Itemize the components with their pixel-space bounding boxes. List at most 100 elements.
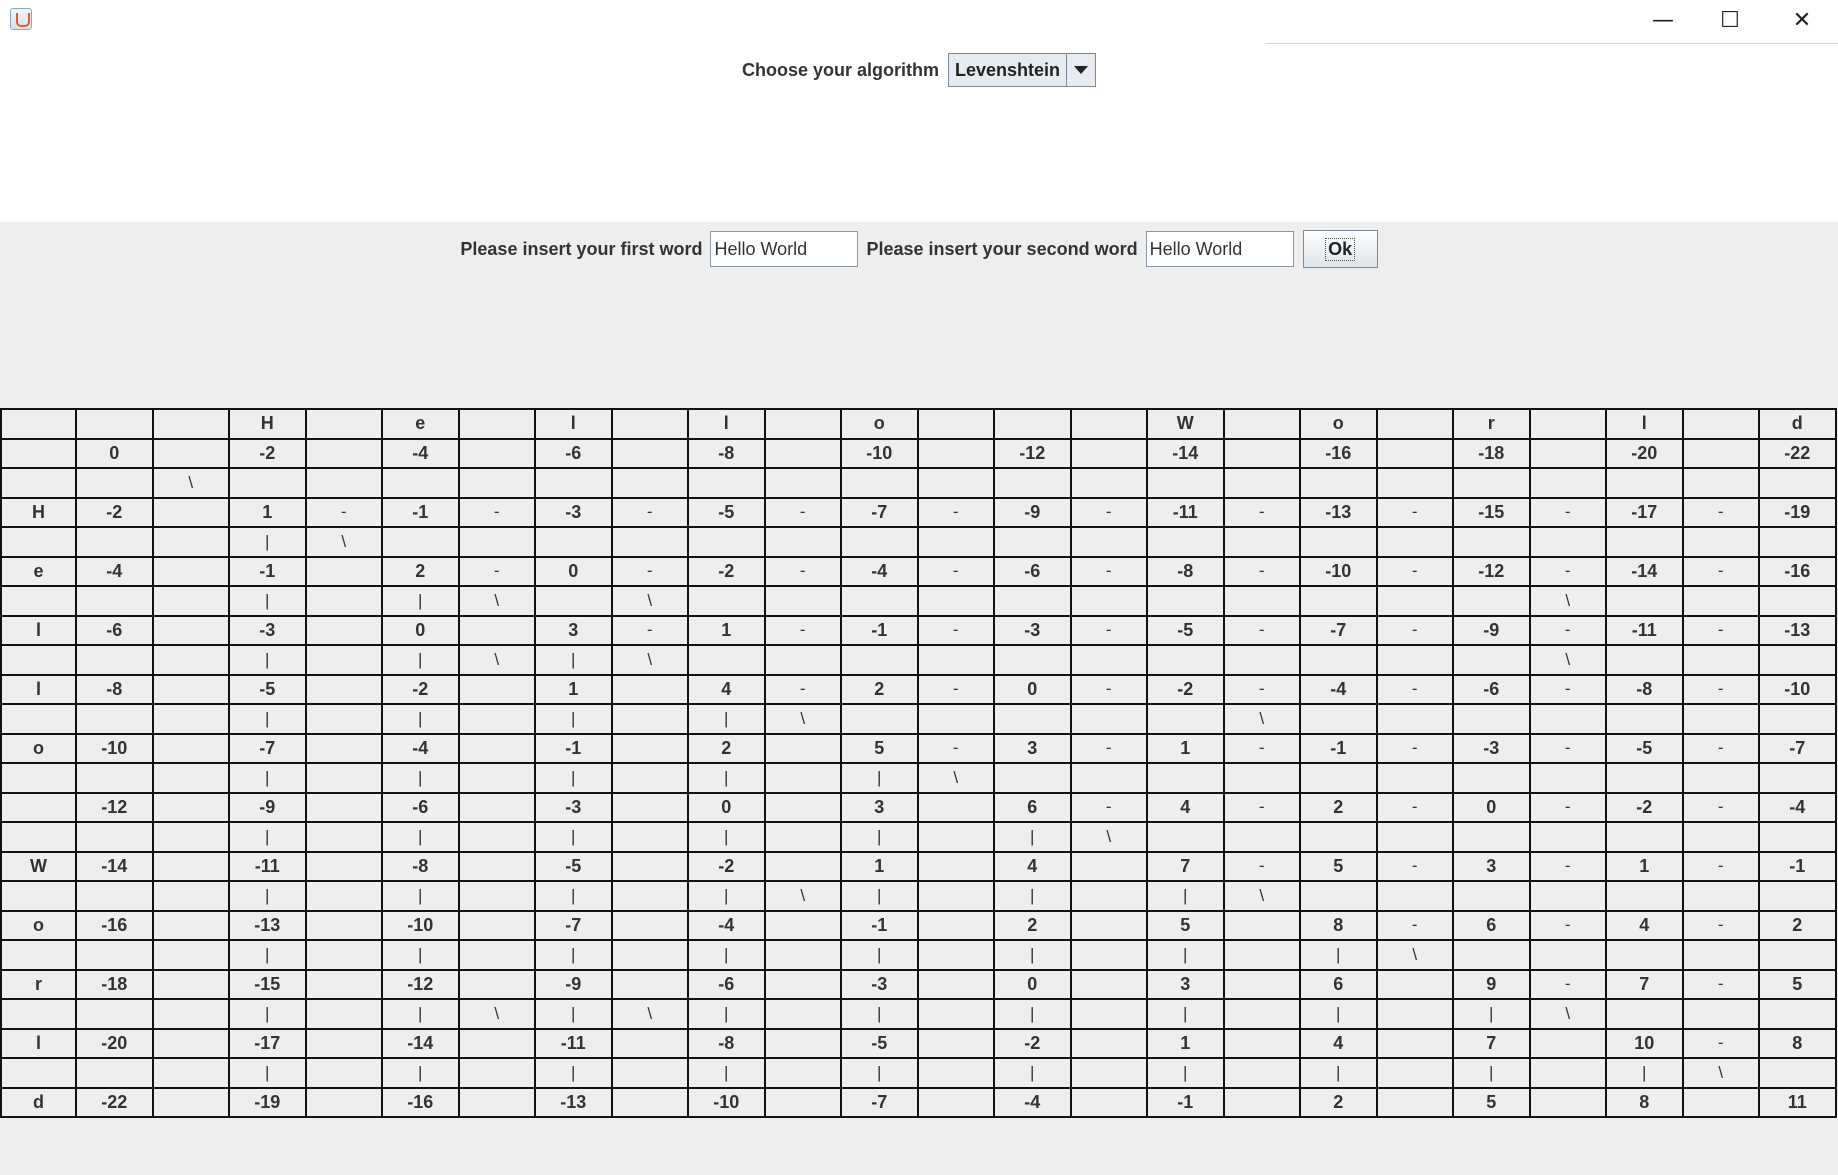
- table-cell: |: [993, 880, 1072, 912]
- table-cell: -7: [840, 1086, 919, 1118]
- table-cell: [1758, 703, 1837, 735]
- table-cell: [1528, 821, 1607, 853]
- table-cell: [1605, 526, 1684, 558]
- table-cell: [151, 1057, 230, 1089]
- table-cell: \: [610, 644, 689, 676]
- table-cell: [304, 850, 383, 882]
- table-cell: [1605, 939, 1684, 971]
- table-cell: -13: [1758, 614, 1837, 646]
- table-cell: 1: [1605, 850, 1684, 882]
- table-cell: d: [0, 1086, 77, 1118]
- table-cell: 0: [1452, 791, 1531, 823]
- table-cell: -: [1528, 850, 1607, 882]
- table-cell: -17: [1605, 496, 1684, 528]
- table-cell: -10: [840, 437, 919, 469]
- table-cell: [763, 467, 842, 499]
- table-cell: -4: [381, 437, 460, 469]
- table-cell: -: [1681, 496, 1760, 528]
- table-cell: -6: [381, 791, 460, 823]
- table-cell: [1069, 880, 1148, 912]
- table-cell: -: [916, 732, 995, 764]
- table-cell: -9: [534, 968, 613, 1000]
- table-cell: [840, 703, 919, 735]
- table-cell: [1069, 968, 1148, 1000]
- table-cell: [1758, 939, 1837, 971]
- table-cell: H: [0, 496, 77, 528]
- table-cell: [151, 968, 230, 1000]
- table-cell: [151, 850, 230, 882]
- table-cell: \: [457, 644, 536, 676]
- table-cell: \: [1528, 998, 1607, 1030]
- table-cell: [75, 467, 154, 499]
- table-row: | | | | | \: [0, 762, 1837, 794]
- table-cell: -10: [687, 1086, 766, 1118]
- table-cell: [304, 880, 383, 912]
- table-cell: [1375, 762, 1454, 794]
- table-cell: e: [0, 555, 77, 587]
- table-cell: [1299, 880, 1378, 912]
- table-cell: -1: [381, 496, 460, 528]
- table-cell: [1222, 467, 1301, 499]
- table-cell: 6: [993, 791, 1072, 823]
- table-cell: -1: [228, 555, 307, 587]
- table-cell: -1: [1758, 850, 1837, 882]
- table-cell: [610, 968, 689, 1000]
- table-cell: 0: [993, 968, 1072, 1000]
- table-cell: 5: [1299, 850, 1378, 882]
- table-cell: [0, 939, 77, 971]
- table-cell: 1: [1146, 732, 1225, 764]
- table-cell: [304, 939, 383, 971]
- table-cell: [1069, 762, 1148, 794]
- first-word-input[interactable]: Hello World: [710, 231, 859, 267]
- table-cell: [1681, 467, 1760, 499]
- table-cell: [1452, 880, 1531, 912]
- table-row: | | | | | | | | | | \: [0, 1057, 1837, 1089]
- table-cell: [1299, 703, 1378, 735]
- table-cell: [457, 939, 536, 971]
- ok-button[interactable]: Ok: [1302, 230, 1378, 268]
- table-cell: -5: [840, 1027, 919, 1059]
- table-cell: [610, 408, 689, 440]
- table-cell: 2: [1299, 791, 1378, 823]
- table-cell: [840, 526, 919, 558]
- table-cell: [1681, 408, 1760, 440]
- table-cell: 1: [534, 673, 613, 705]
- table-cell: [151, 732, 230, 764]
- table-cell: -: [1222, 732, 1301, 764]
- table-cell: |: [381, 1057, 460, 1089]
- table-cell: -3: [840, 968, 919, 1000]
- close-button[interactable]: ✕: [1767, 0, 1837, 40]
- table-cell: |: [687, 880, 766, 912]
- table-cell: [151, 673, 230, 705]
- table-cell: -4: [381, 732, 460, 764]
- table-cell: |: [228, 762, 307, 794]
- table-cell: [1528, 408, 1607, 440]
- algorithm-select[interactable]: Levenshtein: [947, 53, 1097, 87]
- table-cell: [1528, 467, 1607, 499]
- table-cell: [763, 1086, 842, 1118]
- table-cell: -9: [993, 496, 1072, 528]
- table-cell: -: [1069, 732, 1148, 764]
- table-cell: \: [763, 880, 842, 912]
- minimize-button[interactable]: —: [1628, 0, 1698, 40]
- table-cell: [0, 821, 77, 853]
- table-cell: [763, 408, 842, 440]
- table-cell: 8: [1299, 909, 1378, 941]
- dropdown-arrow-icon[interactable]: [1067, 54, 1096, 86]
- table-cell: -11: [1146, 496, 1225, 528]
- table-cell: -2: [687, 850, 766, 882]
- table-cell: -9: [1452, 614, 1531, 646]
- second-word-input[interactable]: Hello World: [1145, 231, 1294, 267]
- table-cell: [1222, 644, 1301, 676]
- table-cell: -: [1528, 555, 1607, 587]
- table-cell: [1528, 939, 1607, 971]
- table-cell: -10: [381, 909, 460, 941]
- table-cell: -17: [228, 1027, 307, 1059]
- table-cell: [304, 909, 383, 941]
- maximize-button[interactable]: ☐: [1695, 0, 1765, 40]
- table-cell: l: [0, 673, 77, 705]
- table-cell: |: [381, 644, 460, 676]
- table-cell: -: [1069, 614, 1148, 646]
- table-row: W -14 -11 -8 -5 -2 1 4 7-5-3-1- -1: [0, 850, 1837, 882]
- table-cell: W: [0, 850, 77, 882]
